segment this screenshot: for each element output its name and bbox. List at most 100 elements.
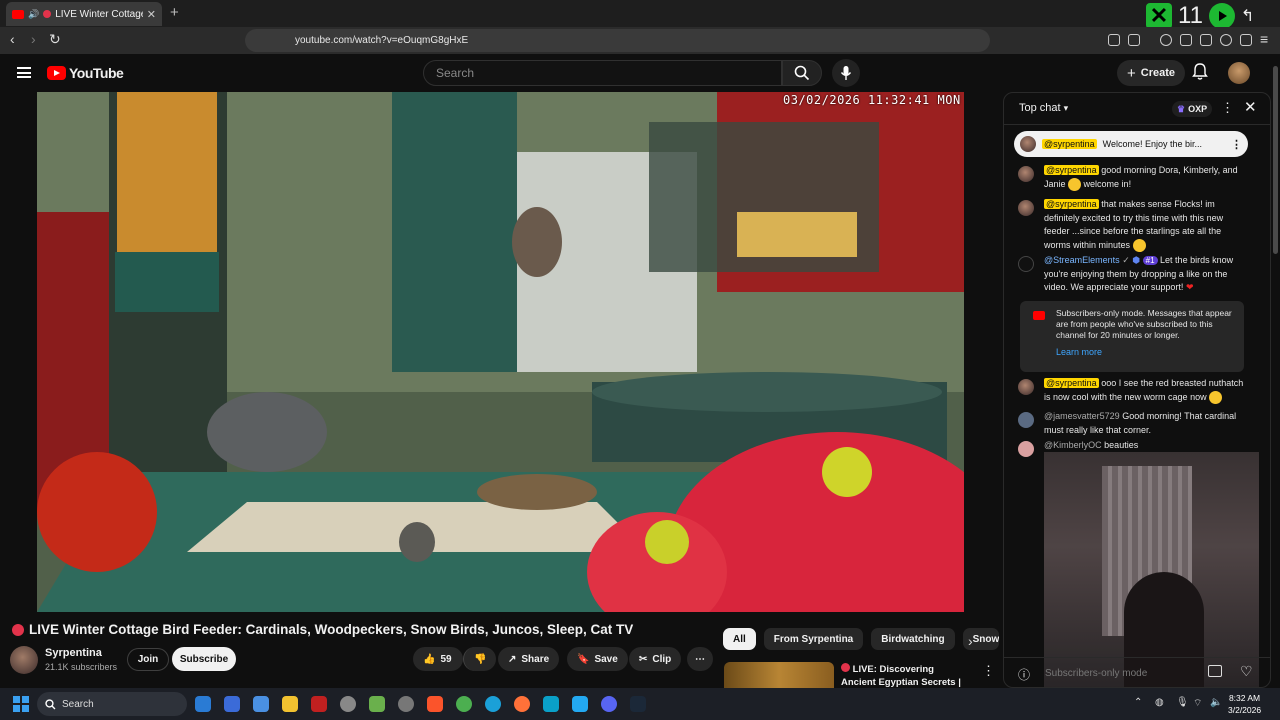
wallet-icon[interactable] bbox=[1200, 34, 1212, 46]
system-clock[interactable]: 8:32 AM 3/2/2026 bbox=[1228, 692, 1261, 716]
chat-more-icon[interactable]: ⋮ bbox=[1221, 100, 1234, 116]
notifications-bell-icon[interactable] bbox=[1192, 63, 1208, 86]
join-button[interactable]: Join bbox=[127, 648, 169, 671]
hamburger-menu-icon[interactable] bbox=[17, 67, 31, 78]
voice-search-button[interactable] bbox=[832, 59, 860, 87]
app-icon[interactable] bbox=[253, 696, 269, 712]
chat-input[interactable]: Subscribers-only mode bbox=[1045, 668, 1147, 679]
recommended-video-thumbnail[interactable] bbox=[724, 662, 834, 688]
chevron-right-icon[interactable]: › bbox=[968, 633, 973, 649]
channel-points-badge[interactable]: ♛ OXP bbox=[1172, 101, 1213, 117]
channel-name[interactable]: Syrpentina bbox=[45, 647, 102, 659]
close-tab-icon[interactable]: ✕ bbox=[147, 8, 156, 21]
chip-all[interactable]: All bbox=[723, 628, 756, 650]
pinned-message[interactable]: @syrpentina Welcome! Enjoy the bir... ⋮ bbox=[1014, 131, 1248, 157]
clip-button[interactable]: ✂ Clip bbox=[629, 647, 682, 671]
emoji-icon bbox=[1132, 238, 1146, 252]
pinned-user: @syrpentina bbox=[1042, 139, 1097, 149]
chip-from-syrpentina[interactable]: From Syrpentina bbox=[763, 628, 864, 650]
save-button[interactable]: 🔖 Save bbox=[567, 647, 628, 671]
avatar bbox=[1018, 379, 1034, 395]
reload-icon[interactable]: ↻ bbox=[49, 31, 61, 48]
chevron-up-icon[interactable]: ⌃ bbox=[1134, 697, 1142, 708]
learn-more-link[interactable]: Learn more bbox=[1056, 347, 1234, 358]
browser-tab-active[interactable]: 🔊 LIVE Winter Cottage Bird F ✕ bbox=[6, 2, 162, 26]
video-title: LIVE Winter Cottage Bird Feeder: Cardina… bbox=[12, 622, 633, 637]
address-bar[interactable]: youtube.com/watch?v=eOuqmG8gHxE bbox=[245, 29, 990, 52]
dislike-button[interactable]: 👎 bbox=[463, 647, 496, 671]
menu-icon[interactable]: ≡ bbox=[1260, 31, 1268, 47]
search-button[interactable] bbox=[782, 60, 822, 86]
ai-icon[interactable] bbox=[1220, 34, 1232, 46]
filter-chips: All From Syrpentina Birdwatching Snow bbox=[723, 628, 999, 650]
account-avatar[interactable] bbox=[1228, 62, 1250, 84]
taskbar-search[interactable]: Search bbox=[37, 692, 187, 716]
info-icon[interactable]: ⓘ bbox=[1018, 666, 1030, 683]
top-chat-dropdown[interactable]: Top chat ▾ bbox=[1019, 102, 1068, 114]
sidebar-icon[interactable] bbox=[1180, 34, 1192, 46]
avatar bbox=[1018, 200, 1034, 216]
scissors-icon: ✂ bbox=[639, 653, 648, 665]
app-icon[interactable] bbox=[543, 696, 559, 712]
vscode-icon[interactable] bbox=[572, 696, 588, 712]
search-input[interactable]: Search bbox=[423, 60, 782, 86]
chat-message: @jamesvatter5729 Good morning! That card… bbox=[1018, 410, 1248, 437]
subscribe-button[interactable]: Subscribe bbox=[172, 647, 236, 671]
task-view-icon[interactable] bbox=[195, 696, 211, 712]
heart-icon[interactable]: ♡ bbox=[1240, 663, 1253, 680]
app-icon[interactable] bbox=[340, 696, 356, 712]
volume-icon[interactable]: 🔈 bbox=[1210, 697, 1222, 708]
app-icon[interactable] bbox=[398, 696, 414, 712]
video-player[interactable]: 03/02/2026 11:32:41 MON bbox=[37, 92, 964, 612]
youtube-header: YouTube Search + Create bbox=[0, 54, 1280, 92]
create-button[interactable]: + Create bbox=[1117, 60, 1186, 86]
speaker-icon[interactable]: 🔊 bbox=[28, 9, 39, 20]
notice-text: Subscribers-only mode. Messages that app… bbox=[1056, 308, 1232, 340]
thumbs-down-icon: 👎 bbox=[474, 653, 487, 665]
chrome-icon[interactable] bbox=[456, 696, 472, 712]
chat-message: @syrpentina that makes sense Flocks! im … bbox=[1018, 198, 1248, 252]
super-chat-icon[interactable] bbox=[1208, 665, 1222, 677]
overlay-icon: ↰ bbox=[1240, 8, 1255, 25]
shield-icon[interactable] bbox=[1240, 34, 1252, 46]
forward-icon[interactable]: › bbox=[31, 31, 36, 47]
channel-avatar[interactable] bbox=[10, 646, 38, 674]
music-icon[interactable] bbox=[1160, 34, 1172, 46]
browser-tab-strip: 🔊 LIVE Winter Cottage Bird F ✕ + ✕ 11 ↰ bbox=[0, 0, 1280, 29]
youtube-favicon-icon bbox=[12, 9, 24, 19]
new-tab-icon[interactable]: + bbox=[170, 4, 179, 21]
brave-browser-icon[interactable] bbox=[427, 696, 443, 712]
microphone-icon[interactable]: 🎙 bbox=[1176, 697, 1189, 708]
youtube-logo[interactable]: YouTube bbox=[47, 65, 124, 81]
like-button[interactable]: 👍 59 bbox=[413, 647, 463, 671]
clip-label: Clip bbox=[652, 653, 672, 665]
edge-icon[interactable] bbox=[485, 696, 501, 712]
youtube-icon bbox=[1033, 311, 1045, 320]
app-icon[interactable] bbox=[224, 696, 240, 712]
wifi-icon[interactable]: ⌔ bbox=[1193, 697, 1202, 710]
app-icon[interactable] bbox=[369, 696, 385, 712]
steam-icon[interactable] bbox=[630, 696, 646, 712]
avatar bbox=[1020, 136, 1036, 152]
close-chat-icon[interactable]: ✕ bbox=[1244, 98, 1257, 116]
firefox-icon[interactable] bbox=[514, 696, 530, 712]
windows-start-icon[interactable] bbox=[13, 696, 29, 712]
file-explorer-icon[interactable] bbox=[282, 696, 298, 712]
chip-birdwatching[interactable]: Birdwatching bbox=[871, 628, 955, 650]
chat-user: @syrpentina bbox=[1044, 165, 1099, 175]
emoji-icon bbox=[1068, 177, 1082, 191]
recommendation-more-icon[interactable]: ⋮ bbox=[982, 663, 995, 679]
back-icon[interactable]: ‹ bbox=[10, 31, 15, 47]
chat-scrollbar[interactable] bbox=[1273, 66, 1278, 254]
more-actions-button[interactable]: ⋯ bbox=[687, 647, 713, 671]
pinned-more-icon[interactable]: ⋮ bbox=[1231, 138, 1242, 151]
search-icon bbox=[794, 65, 810, 81]
extensions-icon[interactable] bbox=[1108, 34, 1120, 46]
app-icon[interactable] bbox=[311, 696, 327, 712]
share-button[interactable]: ↗ Share bbox=[498, 647, 560, 671]
live-chat-panel: Top chat ▾ ♛ OXP ⋮ ✕ @syrpentina Welcome… bbox=[1003, 92, 1271, 688]
tray-icon[interactable]: ◍ bbox=[1155, 697, 1164, 708]
screenshot-icon[interactable] bbox=[1128, 34, 1140, 46]
discord-icon[interactable] bbox=[601, 696, 617, 712]
thumbs-up-icon: 👍 bbox=[423, 653, 436, 665]
